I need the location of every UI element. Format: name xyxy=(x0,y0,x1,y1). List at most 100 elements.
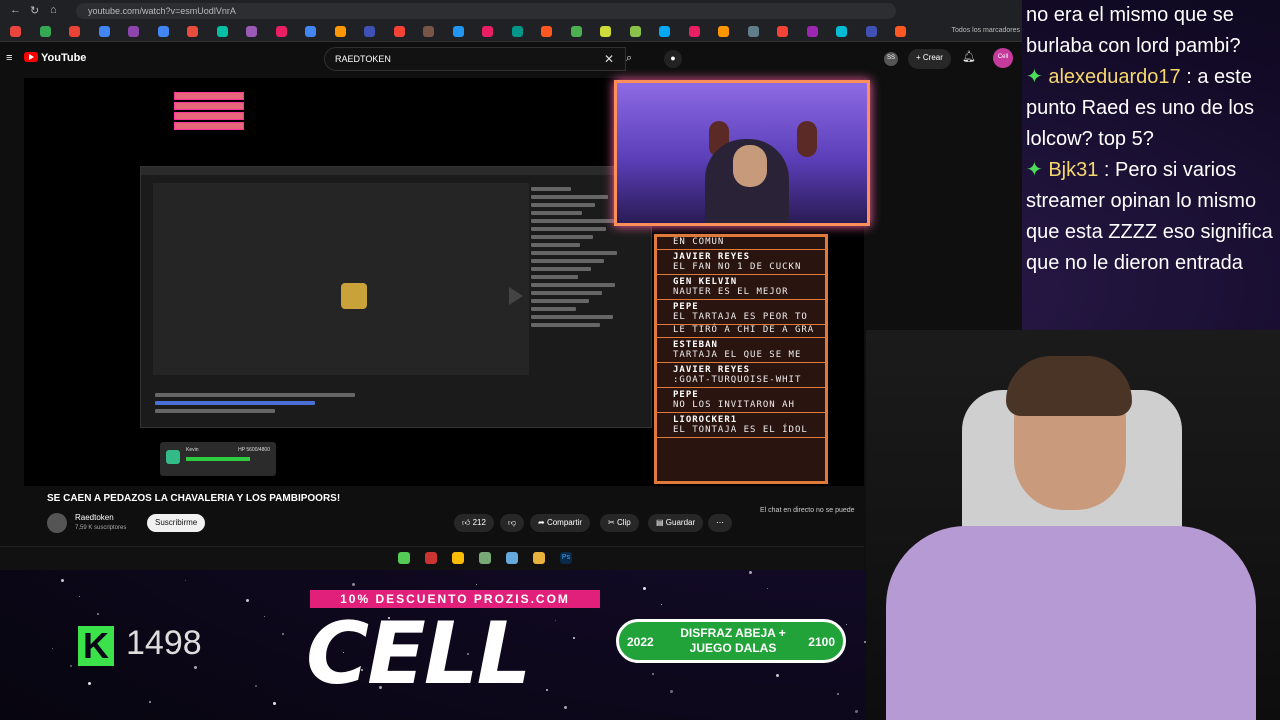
bookmark-icon[interactable] xyxy=(895,26,906,37)
address-bar[interactable]: youtube.com/watch?v=esmUodlVnrA xyxy=(76,3,896,19)
embedded-chat-line xyxy=(531,243,580,247)
kick-count: 1498 xyxy=(126,624,202,662)
bookmark-icon[interactable] xyxy=(334,26,346,37)
save-button[interactable]: ▤ Guardar xyxy=(648,514,704,532)
bookmark-icon[interactable] xyxy=(806,26,818,37)
bookmark-icon[interactable] xyxy=(305,26,316,37)
embedded-video-info xyxy=(153,389,623,425)
microphone-icon[interactable]: ● xyxy=(664,50,682,68)
chatbox-message: EN COMUN xyxy=(657,237,825,250)
youtube-play-icon xyxy=(24,52,38,62)
chatbox-username: JAVIER REYES xyxy=(673,365,751,375)
clip-button[interactable]: ✂ Clip xyxy=(600,514,639,532)
goal-target: 2100 xyxy=(808,635,835,649)
taskbar-app-icon[interactable] xyxy=(479,552,491,564)
bookmark-icon[interactable] xyxy=(246,26,257,37)
bookmark-icon[interactable] xyxy=(629,26,641,37)
embedded-chat-line xyxy=(531,315,613,319)
taskbar-app-icon[interactable] xyxy=(425,552,437,564)
subscribe-button[interactable]: Suscribirme xyxy=(147,514,206,532)
webcam-inset xyxy=(614,80,870,226)
browser-toolbar: ← ↻ ⌂ youtube.com/watch?v=esmUodlVnrA xyxy=(0,0,1022,22)
embedded-chat-line xyxy=(531,283,615,287)
donation-goal: 2022 DISFRAZ ABEJA + JUEGO DALAS 2100 xyxy=(616,619,846,663)
bookmark-icon[interactable] xyxy=(600,26,611,37)
bookmark-icon[interactable] xyxy=(511,26,523,37)
bookmark-icon[interactable] xyxy=(216,26,228,37)
chrome-icon[interactable] xyxy=(452,552,464,564)
star xyxy=(846,624,847,625)
star xyxy=(855,710,858,713)
chat-message: ✦ Bjk31 : Pero si varios streamer opinan… xyxy=(1026,155,1276,279)
bookmark-icon[interactable] xyxy=(393,26,405,37)
embedded-chat-line xyxy=(531,211,582,215)
bookmark-icon[interactable] xyxy=(482,26,493,37)
embedded-chat-line xyxy=(531,323,600,327)
bookmark-icon[interactable] xyxy=(718,26,729,37)
like-count: 212 xyxy=(472,518,486,527)
chatbox-username: PEPE xyxy=(673,302,699,312)
account-avatar[interactable]: Cell xyxy=(993,48,1013,68)
embedded-screen-capture xyxy=(140,166,652,428)
channel-name[interactable]: Raedtoken xyxy=(75,513,114,522)
bookmark-icon[interactable] xyxy=(10,26,21,37)
chatbox-message: LE TIRÓ A CHI DE A GRA xyxy=(657,325,825,338)
pink-menu-overlay xyxy=(174,92,244,140)
embedded-chat-line xyxy=(531,251,617,255)
bookmark-icon[interactable] xyxy=(747,26,759,37)
kick-counter: K 1498 xyxy=(78,624,238,670)
folder-icon[interactable] xyxy=(533,552,545,564)
menu-icon[interactable]: ≡ xyxy=(6,52,12,64)
chatbox-username: PEPE xyxy=(673,390,699,400)
taskbar-app-icon[interactable] xyxy=(398,552,410,564)
bookmark-icon[interactable] xyxy=(865,26,877,37)
kevin-icon xyxy=(166,450,180,464)
star xyxy=(555,620,556,621)
bookmark-icon[interactable] xyxy=(275,26,287,37)
back-icon[interactable]: ← xyxy=(10,4,21,16)
home-icon[interactable]: ⌂ xyxy=(50,4,57,16)
bookmark-icon[interactable] xyxy=(836,26,847,37)
search-icon[interactable]: ⌕ xyxy=(626,47,646,71)
star xyxy=(255,685,257,687)
chat-log: no era el mismo que se burlaba con lord … xyxy=(1022,0,1280,330)
bee-image xyxy=(341,283,367,309)
star xyxy=(79,596,80,597)
like-button[interactable]: 👍︎ 212 xyxy=(454,514,494,532)
star xyxy=(264,616,265,617)
create-button[interactable]: + Crear xyxy=(908,49,951,69)
chatbox-message: NO LOS INVITARON AH xyxy=(657,400,825,413)
more-actions-button[interactable]: ⋯ xyxy=(708,514,732,532)
bookmark-icon[interactable] xyxy=(541,26,552,37)
ss-badge[interactable]: SS xyxy=(884,52,898,66)
bookmark-icon[interactable] xyxy=(364,26,375,37)
chatbox-username: ESTEBAN xyxy=(673,340,718,350)
bookmark-icon[interactable] xyxy=(423,26,434,37)
notifications-bell-icon[interactable]: 🔔︎ xyxy=(962,50,976,63)
search-input[interactable]: RAEDTOKEN xyxy=(324,47,626,71)
bookmark-icon[interactable] xyxy=(187,26,198,37)
bookmark-icon[interactable] xyxy=(69,26,80,37)
all-bookmarks-link[interactable]: Todos los marcadores xyxy=(952,27,1020,34)
reload-icon[interactable]: ↻ xyxy=(30,4,39,17)
create-button-label: Crear xyxy=(922,53,943,62)
dislike-button[interactable]: 👎︎ xyxy=(500,514,525,532)
bookmark-icon[interactable] xyxy=(39,26,51,37)
bookmark-icon[interactable] xyxy=(98,26,110,37)
bookmark-icon[interactable] xyxy=(777,26,788,37)
chatbox-username: GEN KELVIN xyxy=(673,277,738,287)
channel-avatar[interactable] xyxy=(47,513,67,533)
bookmark-icon[interactable] xyxy=(688,26,700,37)
bookmark-icon[interactable] xyxy=(157,26,169,37)
share-button[interactable]: ➦ Compartir xyxy=(530,514,591,532)
bookmark-icon[interactable] xyxy=(128,26,139,37)
bookmark-icon[interactable] xyxy=(570,26,582,37)
taskbar-app-icon[interactable] xyxy=(506,552,518,564)
youtube-logo[interactable]: YouTube xyxy=(24,52,86,64)
bookmark-icon[interactable] xyxy=(659,26,670,37)
photoshop-icon[interactable]: Ps xyxy=(560,552,572,564)
stream-overlay: ← ↻ ⌂ youtube.com/watch?v=esmUodlVnrA To… xyxy=(0,0,1280,720)
embedded-chat-line xyxy=(531,267,591,271)
bookmark-icon[interactable] xyxy=(452,26,464,37)
clear-search-icon[interactable]: ✕ xyxy=(604,52,614,66)
